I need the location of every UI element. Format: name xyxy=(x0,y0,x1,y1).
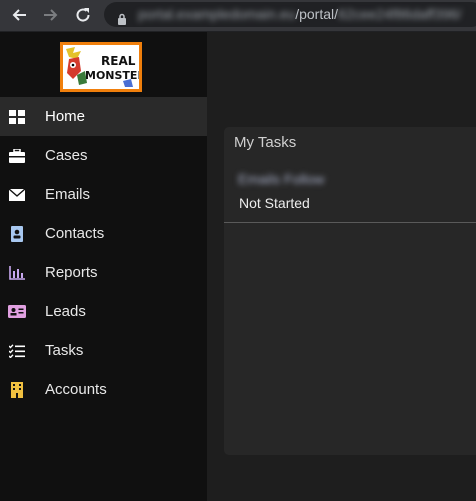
sidebar-item-label: Accounts xyxy=(45,381,107,398)
sidebar-item-label: Cases xyxy=(45,147,88,164)
briefcase-icon xyxy=(8,147,26,164)
sidebar-item-home[interactable]: Home xyxy=(0,97,207,136)
sidebar-item-cases[interactable]: Cases xyxy=(0,136,207,175)
reload-icon[interactable] xyxy=(74,6,92,24)
url-host: portal.exampledomain.eu xyxy=(138,6,296,22)
building-icon xyxy=(8,381,26,398)
back-arrow-icon[interactable] xyxy=(10,6,28,24)
browser-toolbar: portal.exampledomain.eu/portal/62cee24f8… xyxy=(0,0,476,32)
url-text: portal.exampledomain.eu/portal/62cee24f8… xyxy=(138,2,462,27)
sidebar-item-label: Tasks xyxy=(45,342,84,359)
url-id: 62cee24f86daff396/ xyxy=(338,6,462,22)
lock-icon xyxy=(117,8,127,27)
sidebar-item-label: Leads xyxy=(45,303,86,320)
envelope-icon xyxy=(8,186,26,203)
sidebar-item-reports[interactable]: Reports xyxy=(0,253,207,292)
task-name-link[interactable]: Emails Follow xyxy=(238,171,324,187)
sidebar-item-emails[interactable]: Emails xyxy=(0,175,207,214)
task-status: Not Started xyxy=(239,195,310,211)
my-tasks-card: My Tasks Emails Follow Not Started xyxy=(224,127,476,455)
task-list-icon xyxy=(8,342,26,359)
bar-chart-icon xyxy=(8,264,26,281)
sidebar: REAL MONSTERS Home Cases Emails xyxy=(0,32,207,501)
id-card-icon xyxy=(8,303,26,320)
sidebar-item-label: Reports xyxy=(45,264,98,281)
sidebar-item-tasks[interactable]: Tasks xyxy=(0,331,207,370)
sidebar-item-label: Contacts xyxy=(45,225,105,242)
main-content: My Tasks Emails Follow Not Started xyxy=(207,32,476,501)
sidebar-item-contacts[interactable]: Contacts xyxy=(0,214,207,253)
home-icon xyxy=(8,108,26,125)
card-title: My Tasks xyxy=(234,134,297,151)
sidebar-item-label: Emails xyxy=(45,186,91,203)
sidebar-item-leads[interactable]: Leads xyxy=(0,292,207,331)
logo[interactable]: REAL MONSTERS xyxy=(60,42,142,92)
divider xyxy=(224,222,476,223)
logo-text-real: REAL xyxy=(101,54,136,68)
forward-arrow-icon[interactable] xyxy=(42,6,60,24)
address-bar[interactable]: portal.exampledomain.eu/portal/62cee24f8… xyxy=(104,2,476,27)
logo-image: REAL MONSTERS xyxy=(63,45,139,89)
sidebar-nav: Home Cases Emails Contacts Reports Leads… xyxy=(0,97,207,409)
sidebar-item-label: Home xyxy=(45,108,86,125)
sidebar-item-accounts[interactable]: Accounts xyxy=(0,370,207,409)
url-path: /portal/ xyxy=(295,6,339,22)
contact-card-icon xyxy=(8,225,26,242)
